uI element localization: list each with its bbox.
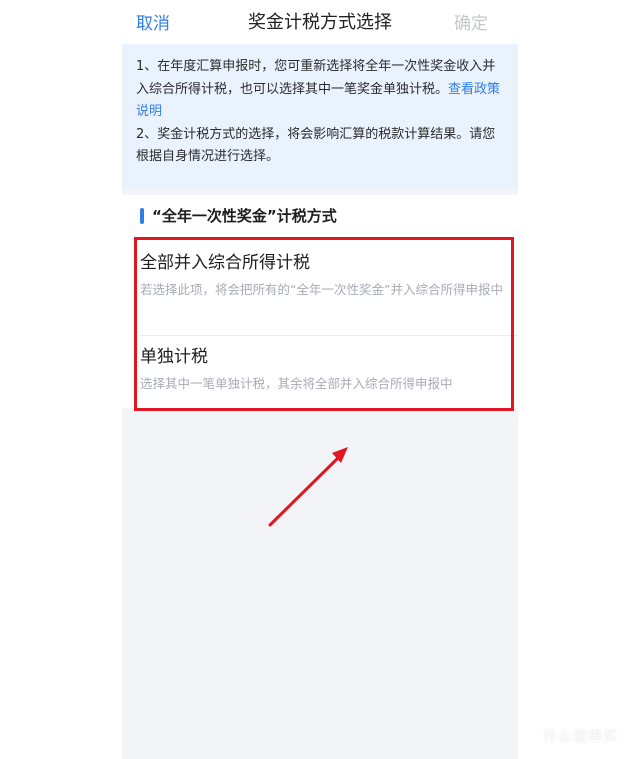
navigation-bar: 取消 奖金计税方式选择 确定: [122, 0, 518, 44]
notice-panel: 1、在年度汇算申报时，您可重新选择将全年一次性奖金收入并入综合所得计税，也可以选…: [122, 44, 518, 189]
notice-paragraph-1: 1、在年度汇算申报时，您可重新选择将全年一次性奖金收入并入综合所得计税，也可以选…: [136, 56, 506, 124]
notice-text-1: 1、在年度汇算申报时，您可重新选择将全年一次性奖金收入并入综合所得计税，也可以选…: [136, 59, 496, 97]
confirm-button[interactable]: 确定: [454, 9, 488, 34]
section-marker: [140, 208, 144, 224]
section-title: “全年一次性奖金”计税方式: [152, 207, 337, 225]
watermark: 什么值得买: [543, 729, 618, 745]
annotation-highlight-box: [134, 237, 514, 411]
notice-text-2: 2、奖金计税方式的选择，将会影响汇算的税款计算结果。请您根据自身情况进行选择。: [136, 126, 496, 165]
